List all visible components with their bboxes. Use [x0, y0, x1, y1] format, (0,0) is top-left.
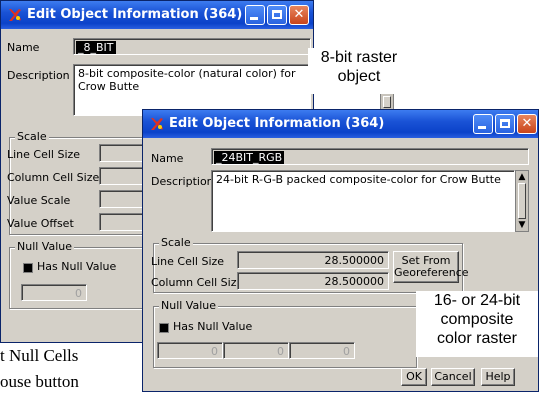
description-scrollbar[interactable]: ▲ ▼	[515, 170, 529, 232]
maximize-icon	[272, 10, 282, 19]
help-button[interactable]: Help	[481, 368, 515, 386]
close-button[interactable]: ✕	[289, 5, 309, 25]
null-value-input-3[interactable]: 0	[289, 342, 355, 359]
description-label: Description	[151, 175, 214, 188]
background-text-line2: ouse button	[0, 372, 79, 391]
close-button[interactable]: ✕	[517, 114, 537, 134]
callout-8bit: 8-bit raster object	[308, 48, 410, 94]
maximize-button[interactable]	[495, 114, 515, 134]
name-value: _8_BIT	[76, 41, 116, 54]
set-from-label-line2: Georeference	[394, 266, 469, 279]
close-icon: ✕	[521, 116, 533, 131]
scale-group-title: Scale	[159, 236, 193, 249]
minimize-icon	[250, 17, 258, 20]
has-null-value-checkbox[interactable]	[23, 263, 33, 273]
line-cell-size-input[interactable]: 28.500000	[237, 251, 389, 269]
has-null-value-label: Has Null Value	[173, 320, 253, 333]
minimize-button[interactable]	[473, 114, 493, 134]
title-bar[interactable]: Edit Object Information (364) ✕	[143, 110, 538, 138]
has-null-value-checkbox[interactable]	[159, 323, 169, 333]
column-cell-size-label: Column Cell Size	[151, 276, 244, 289]
value-scale-label: Value Scale	[7, 194, 71, 207]
null-value-group-title: Null Value	[159, 299, 219, 312]
scroll-down-icon[interactable]: ▼	[518, 221, 526, 230]
scroll-thumb[interactable]	[518, 183, 526, 219]
callout-8bit-line2: object	[337, 68, 381, 85]
background-text-line1: t Null Cells	[0, 346, 79, 365]
set-from-georeference-button[interactable]: Set From Georeference	[393, 251, 469, 283]
null-value-input-2[interactable]: 0	[223, 342, 289, 359]
null-value-input-1[interactable]: 0	[157, 342, 223, 359]
minimize-button[interactable]	[245, 5, 265, 25]
description-label: Description	[7, 69, 70, 82]
name-value: _24BIT_RGB	[214, 151, 285, 164]
ok-button[interactable]: OK	[401, 368, 427, 386]
line-cell-size-label: Line Cell Size	[7, 148, 81, 161]
callout-composite-line2: composite	[440, 311, 514, 328]
scale-group-title: Scale	[15, 130, 49, 143]
window-title: Edit Object Information (364)	[169, 116, 385, 131]
minimize-icon	[478, 126, 486, 129]
app-icon	[9, 9, 21, 21]
value-offset-label: Value Offset	[7, 217, 74, 230]
has-null-value-label: Has Null Value	[37, 260, 117, 273]
callout-composite-line3: color raster	[436, 330, 518, 347]
app-icon	[151, 118, 163, 130]
scroll-up-icon[interactable]: ▲	[518, 173, 526, 182]
callout-8bit-line1: 8-bit raster	[320, 49, 398, 66]
window-title: Edit Object Information (364)	[27, 7, 243, 22]
name-label: Name	[151, 152, 184, 165]
column-cell-size-input[interactable]: 28.500000	[237, 272, 389, 290]
close-icon: ✕	[293, 7, 305, 22]
null-value-input[interactable]: 0	[21, 284, 87, 301]
maximize-icon	[500, 119, 510, 128]
scroll-thumb[interactable]	[383, 96, 391, 108]
title-bar[interactable]: Edit Object Information (364) ✕	[1, 1, 313, 29]
description-input[interactable]: 24-bit R-G-B packed composite-color for …	[211, 170, 515, 232]
name-input[interactable]: _8_BIT	[73, 38, 311, 55]
name-label: Name	[7, 41, 40, 54]
callout-composite: 16- or 24-bit composite color raster	[416, 291, 538, 357]
callout-composite-line1: 16- or 24-bit	[433, 292, 521, 309]
line-cell-size-label: Line Cell Size	[151, 255, 225, 268]
null-value-group-title: Null Value	[15, 240, 75, 253]
name-input[interactable]: _24BIT_RGB	[211, 148, 529, 165]
column-cell-size-label: Column Cell Size	[7, 171, 100, 184]
maximize-button[interactable]	[267, 5, 287, 25]
cancel-button[interactable]: Cancel	[431, 368, 475, 386]
